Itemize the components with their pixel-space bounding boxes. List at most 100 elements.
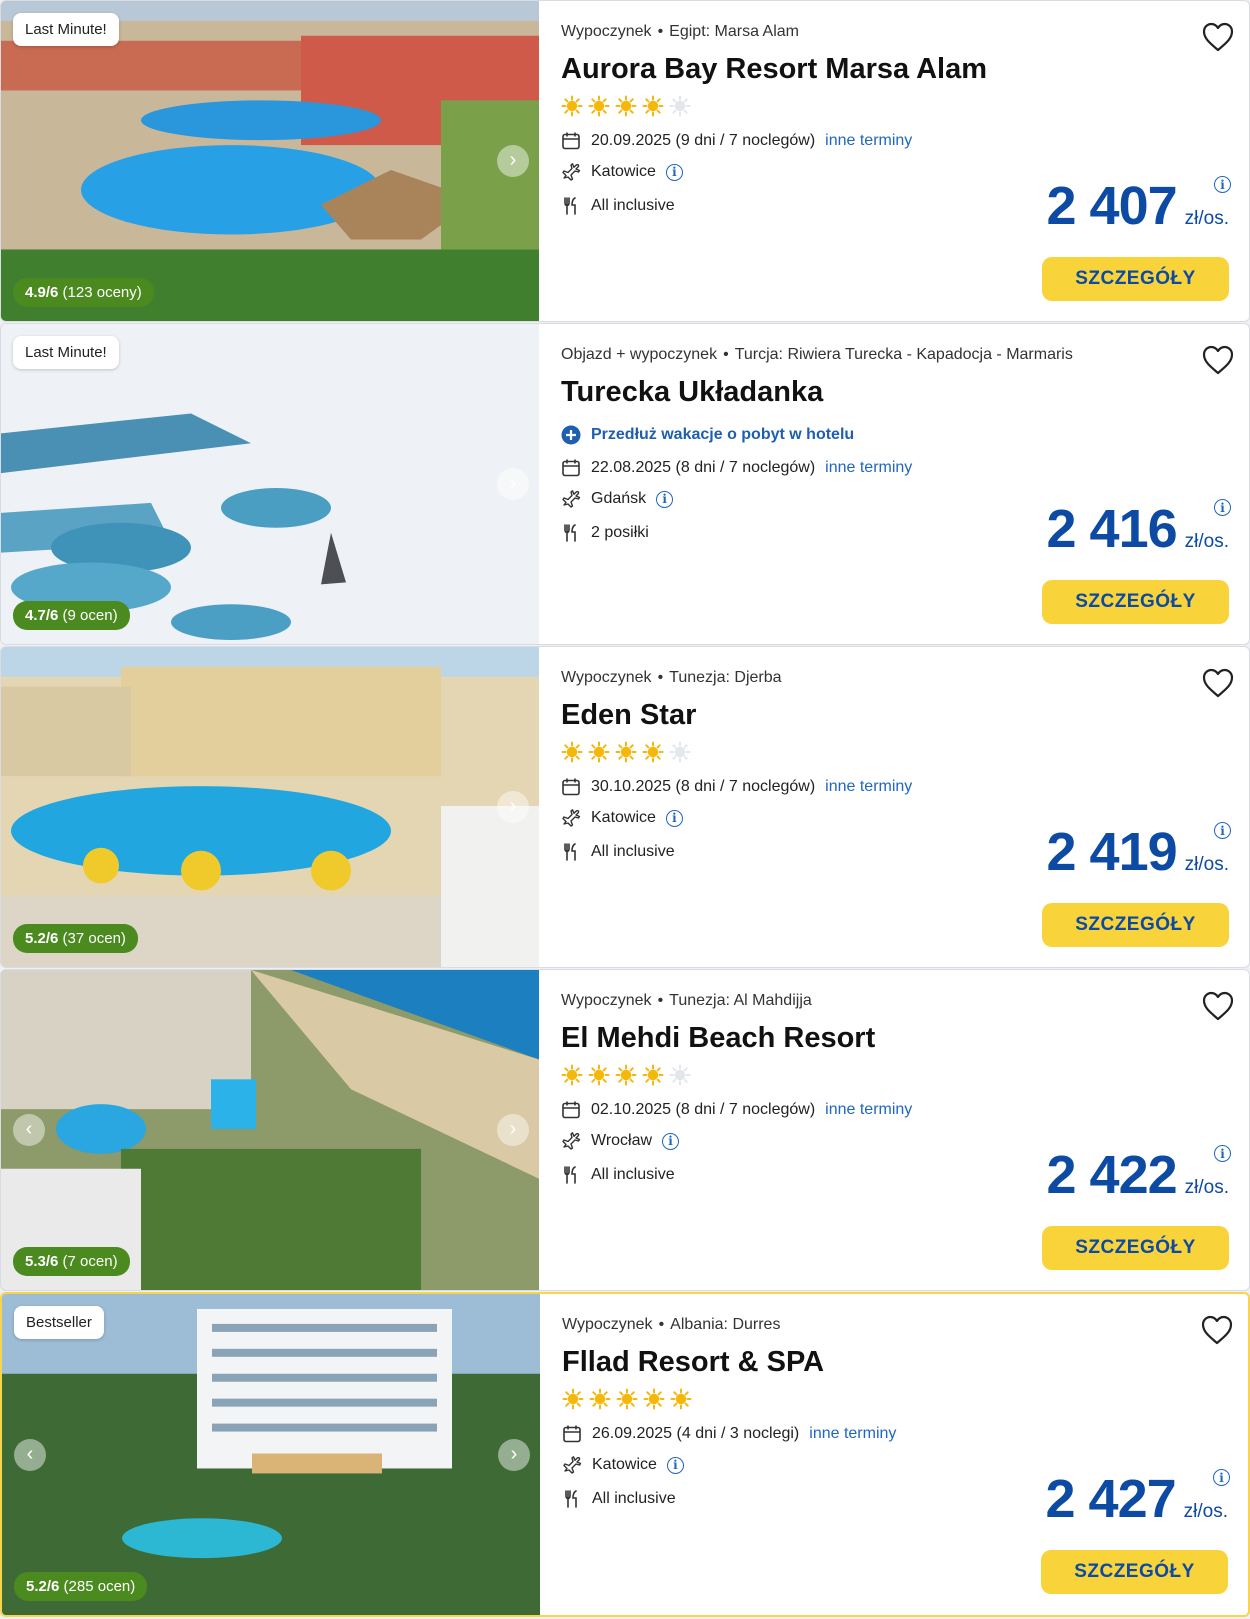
trip-type: Wypoczynek — [561, 992, 652, 1009]
info-icon[interactable]: i — [666, 1456, 684, 1474]
rating-count: (285 ocen) — [63, 1578, 136, 1595]
price: 2 416 zł/os. i — [1047, 499, 1231, 556]
next-photo-icon[interactable]: › — [497, 145, 529, 177]
info-icon[interactable]: i — [665, 809, 683, 827]
hotel-photo[interactable]: › 5.2/6 (37 ocen) — [1, 647, 539, 967]
price: 2 427 zł/os. i — [1046, 1469, 1230, 1526]
sun-star-icon — [561, 1064, 583, 1086]
hotel-name[interactable]: Fllad Resort & SPA — [562, 1346, 824, 1379]
heart-icon[interactable] — [1201, 667, 1235, 699]
price-unit-text: zł/os. — [1183, 1501, 1228, 1522]
departure-city: Katowice — [591, 809, 656, 826]
board-type: 2 posiłki — [591, 524, 649, 541]
price-info-icon[interactable]: i — [1214, 822, 1231, 839]
price: 2 407 zł/os. i — [1047, 176, 1231, 233]
sun-star-icon — [642, 741, 664, 763]
other-dates-link[interactable]: inne terminy — [825, 778, 912, 796]
calendar-icon — [562, 1101, 580, 1119]
hotel-name[interactable]: Aurora Bay Resort Marsa Alam — [561, 53, 987, 86]
rating-badge[interactable]: 5.2/6 (285 ocen) — [14, 1572, 148, 1601]
info-icon[interactable]: i — [665, 163, 683, 181]
price-info-icon[interactable]: i — [1214, 1145, 1231, 1162]
hotel-stars — [561, 741, 691, 763]
extend-stay-link[interactable]: Przedłuż wakacje o pobyt w hotelu — [561, 425, 854, 445]
hotel-photo[interactable]: ‹ › 5.3/6 (7 ocen) — [1, 970, 539, 1290]
trip-location: Turcja: Riwiera Turecka - Kapadocja - Ma… — [734, 346, 1073, 363]
next-photo-icon[interactable]: › — [497, 468, 529, 500]
plane-icon — [562, 490, 581, 508]
sun-star-icon — [589, 1388, 611, 1410]
date-row: 20.09.2025 (9 dni / 7 noclegów) inne ter… — [561, 131, 912, 151]
price-amount: 2 419 — [1046, 822, 1178, 882]
trip-type: Objazd + wypoczynek — [561, 346, 718, 363]
next-photo-icon[interactable]: › — [497, 791, 529, 823]
offer-card[interactable]: › 5.2/6 (37 ocen) Wypoczynek • Tunezja: Dj… — [0, 646, 1250, 968]
sun-star-icon — [588, 1064, 610, 1086]
rating-badge[interactable]: 5.2/6 (37 ocen) — [13, 924, 138, 953]
fork-knife-icon — [564, 1166, 576, 1184]
prev-photo-icon[interactable]: ‹ — [13, 1114, 45, 1146]
hotel-image — [1, 647, 539, 967]
hotel-image — [1, 970, 539, 1290]
other-dates-link[interactable]: inne terminy — [809, 1425, 896, 1443]
rating-score: 5.2/6 — [26, 1578, 60, 1595]
rating-badge[interactable]: 4.9/6 (123 oceny) — [13, 278, 154, 307]
offer-breadcrumb: Wypoczynek • Albania: Durres — [562, 1316, 781, 1333]
offer-info: Wypoczynek • Egipt: Marsa Alam Aurora Bay … — [561, 1, 1249, 321]
price-info-icon[interactable]: i — [1213, 1469, 1230, 1486]
offer-card[interactable]: Bestseller ‹ › 5.2/6 (285 ocen) Wypoczyn… — [0, 1292, 1250, 1617]
price-unit: zł/os. i — [1184, 1145, 1231, 1199]
details-button[interactable]: SZCZEGÓŁY — [1042, 580, 1229, 624]
offer-info: Wypoczynek • Albania: Durres Fllad Resort … — [562, 1294, 1248, 1615]
heart-icon[interactable] — [1201, 344, 1235, 376]
offer-badge: Bestseller — [14, 1306, 104, 1339]
trip-location: Albania: Durres — [670, 1316, 781, 1333]
hotel-name[interactable]: Turecka Układanka — [561, 376, 823, 409]
prev-photo-icon[interactable]: ‹ — [14, 1438, 46, 1471]
price: 2 422 zł/os. i — [1047, 1145, 1231, 1202]
hotel-name[interactable]: El Mehdi Beach Resort — [561, 1022, 875, 1055]
hotel-image — [1, 1, 539, 321]
trip-date: 22.08.2025 (8 dni / 7 noclegów) — [591, 459, 816, 476]
price: 2 419 zł/os. i — [1046, 822, 1231, 882]
offer-breadcrumb: Wypoczynek • Tunezja: Al Mahdijja — [561, 992, 812, 1009]
details-button[interactable]: SZCZEGÓŁY — [1042, 1226, 1229, 1270]
plane-icon — [562, 1132, 581, 1150]
offer-badge: Last Minute! — [13, 13, 119, 46]
next-photo-icon[interactable]: › — [497, 1114, 529, 1146]
heart-icon[interactable] — [1201, 21, 1235, 53]
rating-count: (9 ocen) — [62, 607, 118, 624]
rating-badge[interactable]: 5.3/6 (7 ocen) — [13, 1247, 130, 1276]
price-info-icon[interactable]: i — [1214, 176, 1231, 193]
details-button[interactable]: SZCZEGÓŁY — [1042, 903, 1229, 947]
heart-icon[interactable] — [1200, 1314, 1234, 1346]
heart-icon[interactable] — [1201, 990, 1235, 1022]
price-unit-text: zł/os. — [1184, 1177, 1229, 1198]
info-icon[interactable]: i — [662, 1132, 680, 1150]
hotel-photo[interactable]: Bestseller ‹ › 5.2/6 (285 ocen) — [2, 1294, 540, 1615]
other-dates-link[interactable]: inne terminy — [825, 1101, 912, 1119]
offer-list: Last Minute! › 4.9/6 (123 oceny) Wypoczy… — [0, 0, 1250, 1619]
fork-knife-icon — [564, 843, 576, 861]
price-info-icon[interactable]: i — [1214, 499, 1231, 516]
other-dates-link[interactable]: inne terminy — [825, 459, 912, 477]
date-row: 02.10.2025 (8 dni / 7 noclegów) inne ter… — [561, 1100, 912, 1120]
hotel-name[interactable]: Eden Star — [561, 699, 696, 732]
calendar-icon — [562, 778, 580, 796]
offer-info: Wypoczynek • Tunezja: Al Mahdijja El Mehdi… — [561, 970, 1249, 1290]
offer-card[interactable]: ‹ › 5.3/6 (7 ocen) Wypoczynek • Tunezja: A… — [0, 969, 1250, 1291]
other-dates-link[interactable]: inne terminy — [825, 132, 912, 150]
hotel-photo[interactable]: Last Minute! › 4.7/6 (9 ocen) — [1, 324, 539, 644]
details-button[interactable]: SZCZEGÓŁY — [1041, 1550, 1228, 1594]
hotel-photo[interactable]: Last Minute! › 4.9/6 (123 oceny) — [1, 1, 539, 321]
calendar-icon — [562, 459, 580, 477]
info-icon[interactable]: i — [656, 490, 674, 508]
details-button[interactable]: SZCZEGÓŁY — [1042, 257, 1229, 301]
offer-card[interactable]: Last Minute! › 4.7/6 (9 ocen) Objazd + w… — [0, 323, 1250, 645]
hotel-image — [1, 324, 539, 644]
rating-badge[interactable]: 4.7/6 (9 ocen) — [13, 601, 130, 630]
sun-star-icon — [588, 95, 610, 117]
next-photo-icon[interactable]: › — [498, 1438, 530, 1471]
sun-star-icon — [562, 1388, 584, 1410]
offer-card[interactable]: Last Minute! › 4.9/6 (123 oceny) Wypoczy… — [0, 0, 1250, 322]
